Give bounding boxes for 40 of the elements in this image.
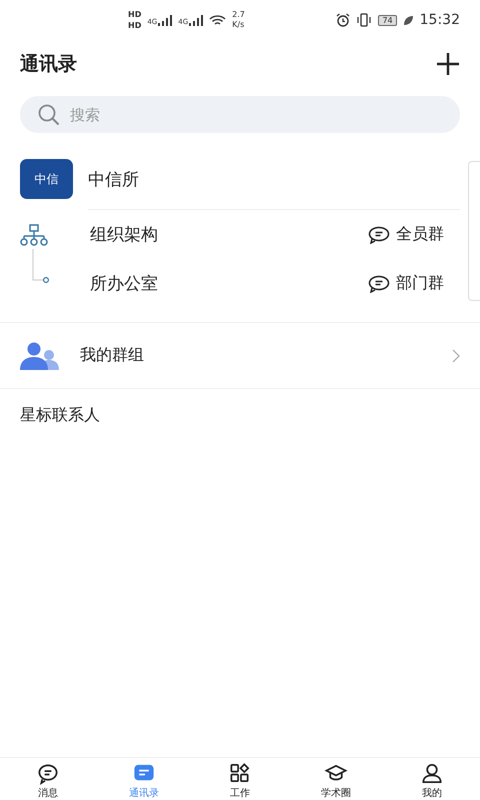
chat-icon	[368, 274, 390, 292]
tree-branch-icon	[32, 248, 48, 284]
department-name[interactable]: 所办公室	[90, 272, 158, 295]
nav-tab[interactable]: 通讯录	[96, 758, 192, 800]
my-groups-row[interactable]: 我的群组	[0, 323, 480, 388]
org-chart-icon	[19, 224, 49, 246]
speed-unit: K/s	[232, 20, 245, 30]
leaf-icon	[402, 14, 414, 26]
hd-label: HD	[128, 9, 142, 20]
alarm-icon	[336, 13, 350, 27]
person-icon	[420, 762, 444, 785]
speed-value: 2.7	[232, 10, 245, 20]
battery-icon: 74	[378, 14, 397, 26]
hd-label: HD	[128, 20, 142, 31]
organization-logo: 中信	[20, 159, 73, 199]
nav-tab[interactable]: 工作	[192, 758, 288, 800]
add-icon[interactable]	[436, 52, 460, 76]
my-groups-label: 我的群组	[80, 345, 145, 366]
starred-contacts-label[interactable]: 星标联系人	[20, 405, 100, 424]
department-name[interactable]: 组织架构	[90, 223, 158, 246]
clock-time: 15:32	[420, 12, 460, 28]
nav-tab[interactable]: 消息	[0, 758, 96, 800]
apps-icon	[228, 762, 252, 785]
page-title: 通讯录	[20, 52, 77, 77]
signal-icon	[189, 14, 204, 26]
group-chat-link[interactable]: 全员群	[368, 210, 444, 259]
organization-name[interactable]: 中信所	[88, 168, 139, 190]
chat-icon	[368, 226, 390, 244]
group-chat-label: 部门群	[396, 273, 444, 294]
wifi-icon	[209, 14, 226, 26]
group-chat-link[interactable]: 部门群	[368, 259, 444, 308]
group-chat-label: 全员群	[396, 224, 444, 245]
nav-tab[interactable]: 我的	[384, 758, 480, 800]
search-field[interactable]: 搜索	[20, 96, 460, 133]
chevron-right-icon	[452, 348, 460, 362]
people-icon	[20, 342, 60, 370]
vibrate-icon	[356, 13, 372, 27]
chat-icon	[36, 762, 60, 785]
nav-tab[interactable]: 学术圈	[288, 758, 384, 800]
signal-icon	[158, 14, 172, 26]
